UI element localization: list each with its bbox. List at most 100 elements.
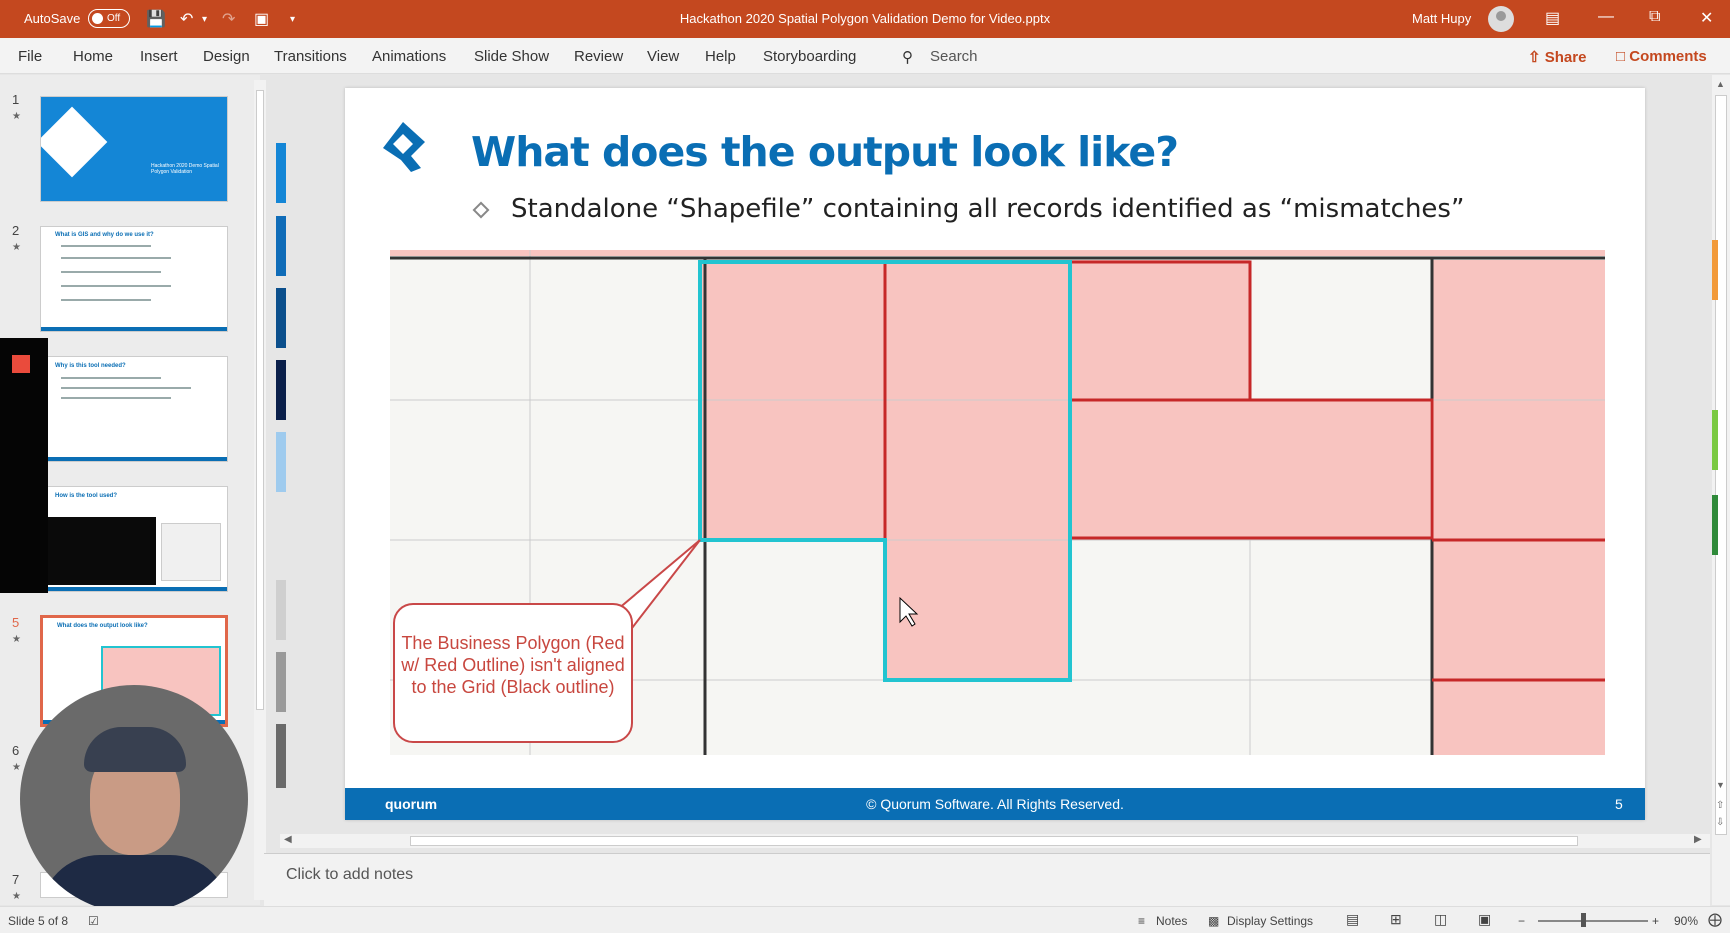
slide-number: 6 <box>12 743 20 758</box>
next-slide-icon[interactable]: ⇩ <box>1716 817 1724 828</box>
animation-star-icon: ★ <box>12 111 21 122</box>
slideshow-view-icon[interactable]: ▣ <box>1478 911 1491 928</box>
animation-star-icon: ★ <box>12 242 21 253</box>
slide-title: What does the output look like? <box>471 128 1179 176</box>
horizontal-scroll-thumb[interactable] <box>410 836 1578 846</box>
spell-check-icon[interactable]: ☑ <box>88 914 99 928</box>
zoom-level[interactable]: 90% <box>1674 914 1698 928</box>
minimize-icon[interactable]: — <box>1598 8 1614 26</box>
notes-icon[interactable]: ≡ <box>1138 914 1145 928</box>
fit-to-window-icon[interactable]: ⨁ <box>1708 911 1722 928</box>
avatar[interactable] <box>1488 6 1514 32</box>
user-name[interactable]: Matt Hupy <box>1412 11 1471 26</box>
accent-bar <box>276 216 286 276</box>
file-screenshot <box>161 523 221 581</box>
previous-slide-icon[interactable]: ⇧ <box>1716 800 1724 811</box>
scroll-down-icon[interactable]: ▼ <box>1716 780 1725 790</box>
polygon-map: The Business Polygon (Red w/ Red Outline… <box>390 250 1605 755</box>
close-icon[interactable]: ✕ <box>1700 8 1713 28</box>
slide-number: 7 <box>12 872 20 887</box>
slide4-title: How is the tool used? <box>55 493 118 499</box>
animation-star-icon: ★ <box>12 634 21 645</box>
horizontal-scrollbar[interactable]: ◀ ▶ <box>280 834 1710 848</box>
scroll-right-icon[interactable]: ▶ <box>1694 834 1702 845</box>
tab-home[interactable]: Home <box>73 48 113 65</box>
tab-view[interactable]: View <box>647 48 679 65</box>
tab-transitions[interactable]: Transitions <box>274 48 347 65</box>
console-screenshot <box>41 517 156 585</box>
title-bar: AutoSave Off 💾 ↶ ▾ ↷ ▣ ▾ Hackathon 2020 … <box>0 0 1730 38</box>
presenter-shirt <box>40 855 230 913</box>
notes-button[interactable]: Notes <box>1156 914 1187 928</box>
tab-file[interactable]: File <box>18 48 42 65</box>
slide-number: 1 <box>12 92 20 107</box>
display-settings-button[interactable]: Display Settings <box>1227 914 1313 928</box>
slide-scrollbar[interactable]: ▲ ▼ ⇧ ⇩ <box>1712 75 1730 905</box>
slide-number-active: 5 <box>12 615 20 630</box>
tab-animations[interactable]: Animations <box>372 48 446 65</box>
display-settings-icon[interactable]: ▩ <box>1208 914 1219 928</box>
slide3-title: Why is this tool needed? <box>55 363 126 369</box>
scroll-left-icon[interactable]: ◀ <box>284 834 292 845</box>
scroll-up-icon[interactable]: ▲ <box>1716 79 1725 89</box>
zoom-out-icon[interactable]: − <box>1518 914 1525 928</box>
slide-thumbnail-2[interactable]: What is GIS and why do we use it? <box>40 226 228 332</box>
slide-number: 2 <box>12 223 20 238</box>
diamond-bullet-icon <box>472 201 490 219</box>
tab-slide-show[interactable]: Slide Show <box>474 48 549 65</box>
webcam-overlay <box>20 685 248 913</box>
tab-design[interactable]: Design <box>203 48 250 65</box>
slide1-title: Hackathon 2020 Demo Spatial Polygon Vali… <box>151 163 219 175</box>
accent-bar <box>276 724 286 788</box>
tab-help[interactable]: Help <box>705 48 736 65</box>
notes-placeholder[interactable]: Click to add notes <box>286 866 413 884</box>
scroll-marker <box>1712 410 1718 470</box>
share-button[interactable]: ⇧ Share <box>1522 44 1590 68</box>
accent-bar <box>276 360 286 420</box>
slide-thumbnail-1[interactable]: Hackathon 2020 Demo Spatial Polygon Vali… <box>40 96 228 202</box>
ribbon-tabs: File Home Insert Design Transitions Anim… <box>0 38 1730 74</box>
scroll-marker <box>1712 495 1718 555</box>
slide-thumbnail-4[interactable]: How is the tool used? <box>40 486 228 592</box>
footer-page-number: 5 <box>1615 796 1623 812</box>
animation-star-icon: ★ <box>12 762 21 773</box>
animation-star-icon: ★ <box>12 891 21 902</box>
slide2-title: What is GIS and why do we use it? <box>55 232 154 238</box>
footer-copyright: © Quorum Software. All Rights Reserved. <box>866 796 1124 812</box>
callout-box: The Business Polygon (Red w/ Red Outline… <box>393 603 633 743</box>
slide5-title: What does the output look like? <box>57 623 148 629</box>
tab-storyboarding[interactable]: Storyboarding <box>763 48 856 65</box>
restore-icon[interactable]: ⧉ <box>1649 8 1660 26</box>
presenter-cap <box>84 727 186 772</box>
accent-bar <box>276 580 286 640</box>
accent-bar <box>276 432 286 492</box>
slide-sorter-icon[interactable]: ⊞ <box>1390 911 1402 928</box>
zoom-slider[interactable] <box>1538 920 1648 922</box>
thumbnails-scrollbar[interactable] <box>254 80 266 900</box>
normal-view-icon[interactable]: ▤ <box>1346 911 1359 928</box>
slide-thumbnail-3[interactable]: Why is this tool needed? <box>40 356 228 462</box>
accent-bar <box>276 143 286 203</box>
slide-footer: quorum © Quorum Software. All Rights Res… <box>345 788 1645 820</box>
notes-pane[interactable]: Click to add notes <box>264 853 1710 906</box>
logo-shape <box>41 106 108 178</box>
search-box[interactable]: Search <box>930 48 978 65</box>
scrollbar-thumb[interactable] <box>256 90 264 710</box>
status-bar: Slide 5 of 8 ☑ ≡ Notes ▩ Display Setting… <box>0 906 1730 933</box>
record-stop-button[interactable] <box>12 355 30 373</box>
slide-bullet: Standalone “Shapefile” containing all re… <box>511 194 1465 224</box>
accent-bar <box>276 652 286 712</box>
ribbon-display-icon[interactable]: ▤ <box>1545 8 1560 28</box>
current-slide[interactable]: What does the output look like? Standalo… <box>345 88 1645 820</box>
slide-indicator: Slide 5 of 8 <box>8 914 69 928</box>
share-label: Share <box>1544 49 1587 66</box>
comments-button[interactable]: □ Comments <box>1610 44 1720 68</box>
tab-review[interactable]: Review <box>574 48 623 65</box>
comments-label: Comments <box>1629 48 1707 65</box>
zoom-slider-knob[interactable] <box>1581 913 1586 927</box>
reading-view-icon[interactable]: ◫ <box>1434 911 1447 928</box>
zoom-in-icon[interactable]: + <box>1652 914 1659 928</box>
search-icon[interactable]: ⚲ <box>902 48 913 66</box>
tab-insert[interactable]: Insert <box>140 48 178 65</box>
accent-bar <box>276 288 286 348</box>
